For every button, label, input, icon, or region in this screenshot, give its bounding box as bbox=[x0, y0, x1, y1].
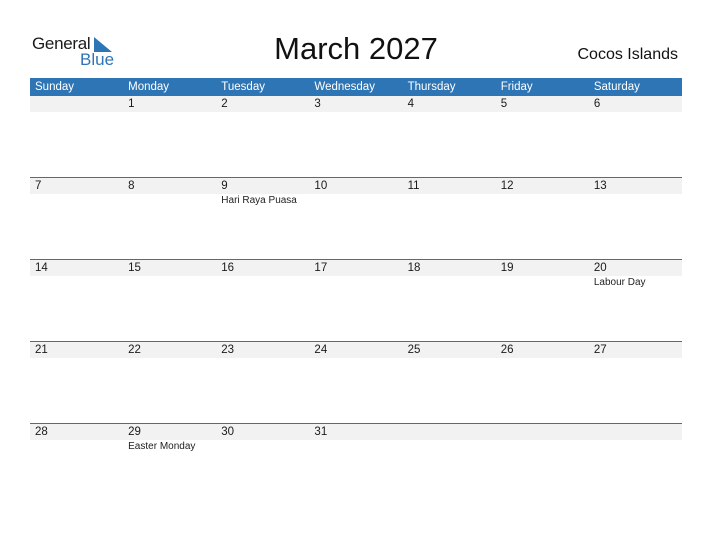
holiday-label bbox=[123, 276, 216, 288]
holiday-label bbox=[403, 358, 496, 359]
event-row bbox=[30, 112, 682, 113]
day-number bbox=[496, 424, 589, 440]
holiday-label bbox=[589, 112, 682, 113]
day-number: 16 bbox=[221, 262, 235, 274]
holiday-label bbox=[123, 112, 216, 113]
day-number: 10 bbox=[314, 180, 328, 192]
day-number: 5 bbox=[500, 98, 508, 110]
holiday-label bbox=[309, 276, 402, 288]
day-number: 22 bbox=[128, 344, 141, 356]
event-row: Labour Day bbox=[30, 276, 682, 288]
holiday-label: Easter Monday bbox=[128, 441, 196, 452]
day-number: 4 bbox=[407, 98, 414, 110]
day-number: 26 bbox=[500, 344, 514, 356]
holiday-label: Hari Raya Puasa bbox=[221, 195, 297, 206]
day-number: 7 bbox=[35, 180, 42, 192]
calendar: Sunday Monday Tuesday Wednesday Thursday… bbox=[30, 78, 682, 505]
day-number: 11 bbox=[407, 180, 420, 192]
day-number-row: 7 8 9 10 11 12 13 bbox=[30, 178, 682, 194]
week-row: 28 29 30 31 Easter Monday bbox=[30, 423, 682, 505]
holiday-label bbox=[216, 440, 309, 452]
weekday-sunday: Sunday bbox=[35, 81, 75, 93]
weekday-saturday: Saturday bbox=[593, 81, 640, 93]
day-number: 27 bbox=[593, 344, 607, 356]
weekday-thursday: Thursday bbox=[407, 81, 456, 93]
day-number: 14 bbox=[35, 262, 48, 274]
holiday-label bbox=[30, 440, 123, 452]
day-number: 23 bbox=[221, 344, 235, 356]
day-number: 24 bbox=[314, 344, 328, 356]
week-row: 21 22 23 24 25 26 27 bbox=[30, 341, 682, 423]
holiday-label: Labour Day bbox=[593, 277, 646, 288]
day-number: 21 bbox=[35, 344, 48, 356]
day-number: 25 bbox=[407, 344, 421, 356]
day-number: 30 bbox=[221, 426, 235, 438]
day-number-row: 14 15 16 17 18 19 20 bbox=[30, 260, 682, 276]
holiday-label bbox=[216, 112, 309, 113]
day-number: 2 bbox=[221, 98, 228, 110]
day-number: 20 bbox=[593, 262, 607, 274]
day-number bbox=[403, 424, 496, 440]
holiday-label bbox=[403, 112, 496, 113]
holiday-label bbox=[496, 112, 589, 113]
holiday-label bbox=[309, 112, 402, 113]
day-number-row: 1 2 3 4 5 6 bbox=[30, 96, 682, 112]
day-number-row: 28 29 30 31 bbox=[30, 424, 682, 440]
day-number: 8 bbox=[128, 180, 135, 192]
holiday-label bbox=[496, 440, 589, 452]
day-number: 9 bbox=[221, 180, 228, 192]
holiday-label bbox=[309, 358, 402, 359]
day-number: 15 bbox=[128, 262, 141, 274]
holiday-label bbox=[216, 358, 309, 359]
event-row: Hari Raya Puasa bbox=[30, 194, 682, 206]
day-number: 1 bbox=[128, 98, 135, 110]
holiday-label bbox=[496, 194, 589, 206]
day-number: 19 bbox=[500, 262, 514, 274]
holiday-label bbox=[589, 194, 682, 206]
holiday-label bbox=[403, 276, 496, 288]
event-row bbox=[30, 358, 682, 359]
holiday-label bbox=[123, 194, 216, 206]
holiday-label bbox=[589, 440, 682, 452]
weekday-tuesday: Tuesday bbox=[221, 81, 265, 93]
weeks-container: 1 2 3 4 5 6 7 8 9 10 11 12 13 Hari Raya Puasa 14 15 16 17… bbox=[30, 96, 682, 505]
holiday-label bbox=[309, 440, 402, 452]
holiday-label bbox=[309, 194, 402, 206]
holiday-label bbox=[30, 358, 123, 359]
holiday-label bbox=[30, 112, 123, 113]
holiday-label bbox=[496, 276, 589, 288]
day-number: 29 bbox=[128, 426, 141, 438]
day-number bbox=[589, 424, 682, 440]
holiday-label bbox=[30, 276, 123, 288]
holiday-label bbox=[30, 194, 123, 206]
day-number: 6 bbox=[593, 98, 601, 110]
day-number: 18 bbox=[407, 262, 421, 274]
holiday-label bbox=[589, 358, 682, 359]
day-number: 31 bbox=[314, 426, 328, 438]
country-label: Cocos Islands bbox=[577, 46, 679, 63]
day-number: 28 bbox=[35, 426, 48, 438]
day-number-row: 21 22 23 24 25 26 27 bbox=[30, 342, 682, 358]
holiday-label bbox=[403, 440, 496, 452]
holiday-label bbox=[496, 358, 589, 359]
holiday-label bbox=[123, 358, 216, 359]
week-row: 14 15 16 17 18 19 20 Labour Day bbox=[30, 259, 682, 341]
day-number: 13 bbox=[593, 180, 607, 192]
weekday-friday: Friday bbox=[500, 81, 533, 93]
week-row: 1 2 3 4 5 6 bbox=[30, 96, 682, 177]
weekday-monday: Monday bbox=[128, 81, 170, 93]
day-number: 3 bbox=[314, 98, 321, 110]
event-row: Easter Monday bbox=[30, 440, 682, 452]
day-number: 12 bbox=[500, 180, 514, 192]
weekday-wednesday: Wednesday bbox=[314, 81, 375, 93]
day-number: 17 bbox=[314, 262, 328, 274]
holiday-label bbox=[403, 194, 496, 206]
day-number bbox=[30, 96, 123, 112]
week-row: 7 8 9 10 11 12 13 Hari Raya Puasa bbox=[30, 177, 682, 259]
weekday-header: Sunday Monday Tuesday Wednesday Thursday… bbox=[30, 78, 682, 96]
holiday-label bbox=[216, 276, 309, 288]
